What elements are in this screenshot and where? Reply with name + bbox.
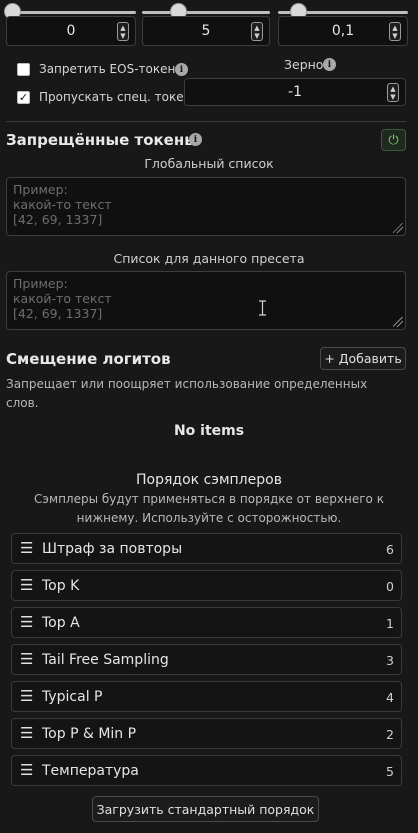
sampler-name: Top A [42, 615, 80, 631]
sampler-item[interactable]: ☰ Typical P 4 [11, 681, 402, 712]
seed-value: -1 [288, 84, 302, 100]
placeholder-line: какой-то текст [13, 197, 112, 212]
sampler-item[interactable]: ☰ Top P & Min P 2 [11, 718, 402, 749]
global-list-label: Глобальный список [144, 156, 274, 171]
drag-handle-icon[interactable]: ☰ [20, 724, 33, 742]
sampler-index: 2 [386, 727, 394, 742]
logit-bias-title: Смещение логитов [6, 350, 171, 368]
sampler-item[interactable]: ☰ Штраф за повторы 6 [11, 533, 402, 564]
slider-3-value-input[interactable]: 0,1 ▲ ▼ [278, 16, 408, 46]
preset-list-label: Список для данного пресета [113, 251, 305, 266]
drag-handle-icon[interactable]: ☰ [20, 539, 33, 557]
sampler-name: Штраф за повторы [42, 541, 183, 557]
sampler-order-description: Сэмплеры будут применяться в порядке от … [34, 492, 384, 506]
logit-bias-description-cont: слов. [6, 396, 39, 410]
sampler-item[interactable]: ☰ Top K 0 [11, 570, 402, 601]
sampler-index: 4 [386, 690, 394, 705]
global-banned-tokens-textarea[interactable]: Пример: какой-то текст [42, 69, 1337] [6, 177, 406, 236]
power-toggle-button[interactable]: ⏻ [381, 129, 406, 151]
text-cursor-icon [259, 300, 266, 316]
sampler-item[interactable]: ☰ Tail Free Sampling 3 [11, 644, 402, 675]
ban-eos-checkbox[interactable] [17, 63, 30, 76]
drag-handle-icon[interactable]: ☰ [20, 687, 33, 705]
sampler-item[interactable]: ☰ Top A 1 [11, 607, 402, 638]
spinner-icon[interactable]: ▲ ▼ [387, 83, 399, 102]
drag-handle-icon[interactable]: ☰ [20, 613, 33, 631]
load-default-order-button[interactable]: Загрузить стандартный порядок [92, 796, 319, 822]
placeholder-line: [42, 69, 1337] [13, 306, 103, 321]
slider-1-value-input[interactable]: 0 ▲ ▼ [6, 16, 136, 46]
resize-grip-icon[interactable] [393, 317, 403, 327]
ban-eos-label: Запретить EOS-токен [39, 62, 176, 76]
banned-tokens-title: Запрещённые токены [6, 131, 198, 149]
drag-handle-icon[interactable]: ☰ [20, 650, 33, 668]
sampler-order-title: Порядок сэмплеров [136, 472, 282, 488]
sampler-index: 5 [386, 764, 394, 779]
placeholder-line: [42, 69, 1337] [13, 212, 103, 227]
sampler-index: 3 [386, 653, 394, 668]
sampler-name: Top P & Min P [42, 726, 137, 742]
info-icon[interactable]: i [189, 133, 202, 146]
add-logit-bias-button[interactable]: + Добавить [320, 347, 406, 370]
placeholder-line: какой-то текст [13, 291, 112, 306]
seed-input[interactable]: -1 ▲ ▼ [184, 78, 406, 106]
drag-handle-icon[interactable]: ☰ [20, 576, 33, 594]
resize-grip-icon[interactable] [393, 223, 403, 233]
slider-2-value-input[interactable]: 5 ▲ ▼ [142, 16, 270, 46]
skip-special-checkbox[interactable]: ✓ [17, 91, 30, 104]
placeholder-line: Пример: [13, 276, 68, 291]
info-icon[interactable]: i [323, 58, 336, 71]
logit-bias-description: Запрещает или поощряет использование опр… [6, 377, 368, 391]
sampler-name: Tail Free Sampling [42, 652, 169, 668]
sampler-index: 0 [386, 579, 394, 594]
slider-2-value: 5 [201, 23, 211, 39]
sampler-name: Top K [42, 578, 80, 594]
skip-special-label: Пропускать спец. токены [39, 90, 201, 104]
seed-label: Зерно [284, 57, 324, 72]
divider [6, 121, 406, 122]
sampler-index: 1 [386, 616, 394, 631]
spinner-icon[interactable]: ▲ ▼ [389, 22, 401, 41]
sampler-item[interactable]: ☰ Температура 5 [11, 755, 402, 786]
placeholder-line: Пример: [13, 182, 68, 197]
empty-list-text: No items [173, 423, 245, 439]
spinner-icon[interactable]: ▲ ▼ [117, 22, 129, 41]
drag-handle-icon[interactable]: ☰ [20, 761, 33, 779]
slider-1-value: 0 [66, 23, 76, 39]
sampler-name: Typical P [42, 689, 103, 705]
sampler-name: Температура [42, 763, 139, 779]
slider-3-value: 0,1 [331, 23, 355, 39]
sampler-index: 6 [386, 542, 394, 557]
info-icon[interactable]: i [175, 63, 188, 76]
spinner-icon[interactable]: ▲ ▼ [251, 22, 263, 41]
sampler-order-description-cont: нижнему. Используйте с осторожностью. [76, 511, 342, 525]
preset-banned-tokens-textarea[interactable]: Пример: какой-то текст [42, 69, 1337] [6, 271, 406, 330]
